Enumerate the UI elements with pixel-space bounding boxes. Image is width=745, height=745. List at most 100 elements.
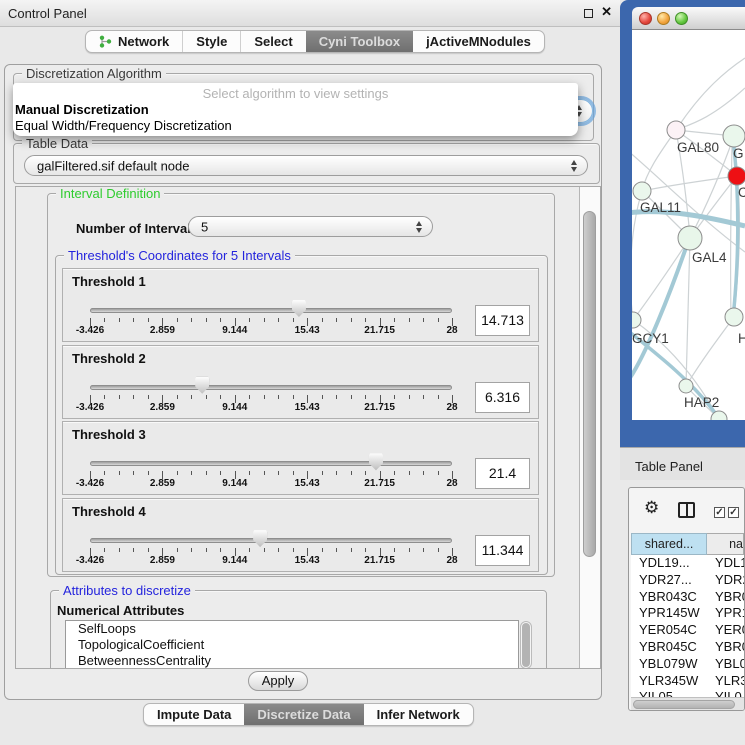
tab-jactivemnodules[interactable]: jActiveMNodules [413,31,544,52]
table-data-combobox[interactable]: galFiltered.sif default node [24,155,588,176]
table-row[interactable]: YDR27...YDR2 [631,572,744,589]
cell-name: YLR3 [711,673,744,690]
table-row[interactable]: YBR043CYBR0 [631,589,744,606]
tick-mark [191,471,192,475]
close-traffic-light-icon[interactable] [639,12,652,25]
tab-infer-network[interactable]: Infer Network [364,704,473,725]
column-header-shared-name[interactable]: shared... [631,533,707,555]
settings-vertical-scrollbar[interactable] [579,187,600,668]
tab-network[interactable]: Network [86,31,182,52]
cell-shared-name: YIL05... [631,689,711,697]
algorithm-option[interactable]: Equal Width/Frequency Discretization [13,118,578,134]
table-row[interactable]: YLR345WYLR3 [631,673,744,690]
node-label: G [733,146,744,161]
slider-thumb[interactable] [369,453,383,470]
attribute-list-item[interactable]: BetweennessCentrality [66,653,518,669]
tick-label: 21.715 [364,478,395,489]
node-label: H [738,331,745,346]
tab-style[interactable]: Style [182,31,240,52]
table-horizontal-scrollbar[interactable] [631,697,744,710]
slider-thumb[interactable] [253,530,267,547]
tick-mark [220,318,221,322]
threshold-value-field[interactable]: 21.4 [475,458,530,489]
zoom-traffic-light-icon[interactable] [675,12,688,25]
top-tab-bar: NetworkStyleSelectCyni ToolboxjActiveMNo… [85,30,545,53]
attribute-list-scrollbar[interactable] [520,621,532,669]
table-data-combobox-value: galFiltered.sif default node [37,158,189,173]
gear-icon[interactable]: ⚙ [644,498,659,518]
node-label: GCY1 [632,331,669,346]
node-gal4 [678,226,702,250]
cell-shared-name: YER054C [631,622,711,639]
node-label: GAL4 [692,250,727,265]
table-row[interactable]: YIL05...YIL0 [631,689,744,697]
scrollbar-thumb[interactable] [633,700,735,709]
tick-mark [278,548,279,552]
threshold-value-field[interactable]: 11.344 [475,535,530,566]
tick-mark [206,395,207,399]
tick-label: 28 [446,325,457,336]
threshold-value-field[interactable]: 14.713 [475,305,530,336]
number-of-intervals-label: Number of Intervals [76,221,198,236]
scrollbar-thumb[interactable] [583,211,596,557]
tab-select[interactable]: Select [240,31,305,52]
cell-name: YIL0 [711,689,744,697]
threshold-frame: Threshold 4-3.4262.8599.14415.4321.71528… [62,498,539,572]
threshold-value-field[interactable]: 6.316 [475,382,530,413]
network-icon [99,35,112,48]
tick-mark [293,471,294,475]
tick-mark [119,395,120,399]
number-of-intervals-combobox[interactable]: 5 [188,216,433,237]
network-canvas[interactable]: GAL80 G C GAL11 GAL4 GCY1 H HAP2 [632,30,745,420]
panel-title: Control Panel [8,6,87,21]
tick-label: 21.715 [364,555,395,566]
attribute-list-item[interactable]: TopologicalCoefficient [66,637,518,653]
checkbox-icon[interactable]: ✓ [728,507,739,518]
tick-mark [177,548,178,552]
tick-mark [423,471,424,475]
attribute-list[interactable]: SelfLoopsTopologicalCoefficientBetweenne… [65,620,519,669]
slider-track[interactable] [90,385,452,390]
tick-label: -3.426 [76,402,104,413]
attributes-group: Attributes to discretize Numerical Attri… [50,590,547,669]
tab-discretize-data[interactable]: Discretize Data [244,704,363,725]
table-row[interactable]: YBL079WYBL0 [631,656,744,673]
slider-track[interactable] [90,308,452,313]
tick-mark [409,318,410,322]
checkbox-icon[interactable]: ✓ [714,507,725,518]
scrollbar-thumb[interactable] [522,623,530,667]
minimize-traffic-light-icon[interactable] [657,12,670,25]
columns-icon[interactable] [678,502,695,518]
table-row[interactable]: YDL19...YDL1 [631,555,744,572]
tick-label: -3.426 [76,478,104,489]
slider-track[interactable] [90,461,452,466]
float-window-icon[interactable] [584,9,593,18]
tick-mark [336,318,337,322]
table-panel-header: Table Panel [620,447,745,480]
threshold-label: Threshold 3 [72,427,146,442]
column-header-name[interactable]: na [707,533,744,555]
cell-name: YBL0 [711,656,744,673]
tick-mark [249,318,250,322]
node-red [728,167,745,185]
tick-mark [336,395,337,399]
tick-label: -3.426 [76,325,104,336]
algorithm-option[interactable]: Manual Discretization [13,102,578,118]
network-window-titlebar[interactable] [632,7,745,30]
table-data-title: Table Data [22,136,92,151]
close-icon[interactable]: ✕ [601,4,612,20]
table-row[interactable]: YBR045CYBR0 [631,639,744,656]
slider-thumb[interactable] [292,300,306,317]
attribute-list-item[interactable]: SelfLoops [66,621,518,637]
tab-impute-data[interactable]: Impute Data [144,704,244,725]
apply-button[interactable]: Apply [248,671,308,691]
slider-thumb[interactable] [195,377,209,394]
slider-track[interactable] [90,538,452,543]
tab-cyni-toolbox[interactable]: Cyni Toolbox [306,31,413,52]
tick-mark [119,471,120,475]
table-row[interactable]: YPR145WYPR1 [631,605,744,622]
tick-label: 28 [446,478,457,489]
tick-mark [278,395,279,399]
table-row[interactable]: YER054CYER0 [631,622,744,639]
tick-mark [293,395,294,399]
